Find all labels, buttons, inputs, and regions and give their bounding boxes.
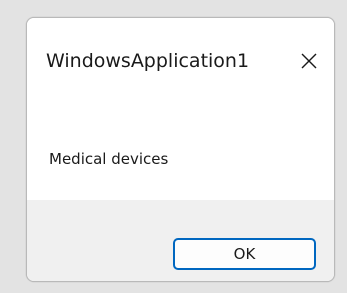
close-icon xyxy=(301,53,317,69)
message-box-dialog: WindowsApplication1 Medical devices OK xyxy=(26,17,335,282)
message-text: Medical devices xyxy=(49,150,169,168)
ok-button[interactable]: OK xyxy=(173,238,316,270)
close-button[interactable] xyxy=(294,46,324,76)
button-bar: OK xyxy=(27,200,334,281)
title-bar: WindowsApplication1 xyxy=(27,18,334,90)
window-title: WindowsApplication1 xyxy=(46,50,250,72)
message-area: Medical devices xyxy=(27,90,334,200)
